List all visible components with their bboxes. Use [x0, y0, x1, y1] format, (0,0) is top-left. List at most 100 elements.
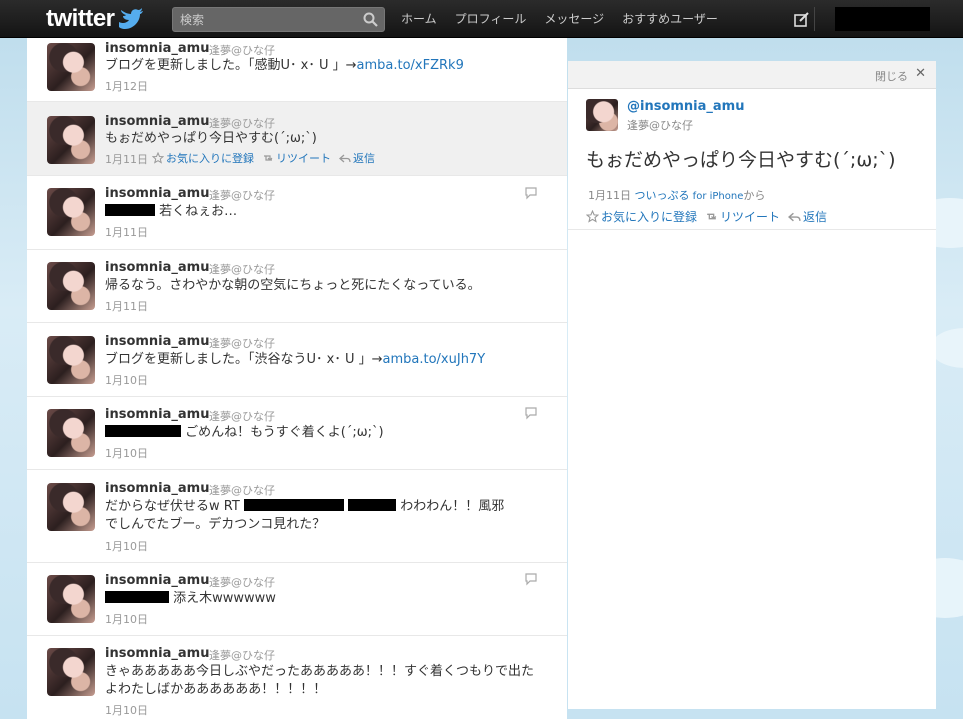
- tweet-username[interactable]: insomnia_amu: [105, 41, 209, 56]
- tweet-text: ごめんね！もうすぐ着くよ(´;ω;`): [105, 424, 550, 442]
- tweet-item[interactable]: insomnia_amu 逢夢@ひな仔 きゃあああああ今日しぶやだったあああああ…: [27, 636, 567, 719]
- avatar[interactable]: [47, 648, 95, 696]
- tweet-date[interactable]: 1月12日: [105, 78, 148, 94]
- tweet-text-body-2: よわたしばかああああああ！！！！！: [105, 682, 327, 697]
- tweet-date[interactable]: 1月10日: [105, 372, 148, 388]
- details-client-link[interactable]: ついっぷる: [635, 189, 690, 202]
- retweet-icon: [264, 155, 273, 161]
- search-box[interactable]: [172, 7, 385, 32]
- search-icon[interactable]: [363, 12, 378, 27]
- details-meta: 1月11日 ついっぷる for iPhoneから: [588, 187, 765, 203]
- tweet-display-name: 逢夢@ひな仔: [209, 576, 275, 589]
- details-via-suffix: から: [743, 189, 766, 202]
- avatar[interactable]: [47, 43, 95, 91]
- top-bar: twitter ホーム プロフィール メッセージ おすすめユーザー: [0, 0, 963, 38]
- tweet-display-name: 逢夢@ひな仔: [209, 649, 275, 662]
- tweet-username[interactable]: insomnia_amu: [105, 573, 209, 588]
- avatar[interactable]: [47, 336, 95, 384]
- retweet-action[interactable]: リツイート: [262, 150, 331, 166]
- tweet-item[interactable]: insomnia_amu 逢夢@ひな仔 ブログを更新しました。「感動U･ x･ …: [27, 38, 567, 102]
- tweet-item[interactable]: insomnia_amu 逢夢@ひな仔 添え木wwwwww 1月10日: [27, 563, 567, 636]
- tweet-username[interactable]: insomnia_amu: [105, 334, 209, 349]
- avatar[interactable]: [47, 575, 95, 623]
- tweet-item-selected[interactable]: insomnia_amu 逢夢@ひな仔 もぉだめやっぱり今日やすむ(´;ω;`)…: [27, 102, 567, 176]
- tweet-username[interactable]: insomnia_amu: [105, 260, 209, 275]
- tweet-username[interactable]: insomnia_amu: [105, 114, 209, 129]
- tweet-date[interactable]: 1月10日: [105, 538, 148, 554]
- details-display-name: 逢夢@ひな仔: [627, 119, 693, 132]
- main-nav: ホーム プロフィール メッセージ おすすめユーザー: [392, 0, 727, 38]
- tweet-text-body: きゃあああああ今日しぶやだったあああああ！！！すぐ着くつもりで出た: [105, 664, 535, 679]
- reply-icon: [339, 154, 351, 163]
- tweet-text-body: だからなぜ伏せるw RT: [105, 499, 244, 514]
- logo-text: twitter: [46, 5, 115, 32]
- close-icon[interactable]: ✕: [915, 66, 926, 81]
- tweet-date[interactable]: 1月10日: [105, 702, 148, 718]
- close-button[interactable]: 閉じる: [875, 68, 908, 84]
- tweet-link[interactable]: amba.to/xFZRk9: [357, 58, 464, 73]
- timeline: insomnia_amu 逢夢@ひな仔 ブログを更新しました。「感動U･ x･ …: [27, 38, 567, 719]
- tweet-username[interactable]: insomnia_amu: [105, 186, 209, 201]
- tweet-display-name: 逢夢@ひな仔: [209, 117, 275, 130]
- tweet-date[interactable]: 1月10日: [105, 611, 148, 627]
- tweet-display-name: 逢夢@ひな仔: [209, 484, 275, 497]
- favorite-action[interactable]: お気に入りに登録: [152, 150, 254, 166]
- tweet-link[interactable]: amba.to/xuJh7Y: [383, 352, 486, 367]
- tweet-date[interactable]: 1月11日: [105, 298, 148, 314]
- details-tweet-text: もぉだめやっぱり今日やすむ(´;ω;`): [586, 149, 896, 171]
- retweet-label: リツイート: [720, 210, 781, 224]
- tweet-date[interactable]: 1月11日: [105, 151, 148, 167]
- compose-button[interactable]: [789, 7, 815, 31]
- conversation-icon[interactable]: [524, 573, 538, 586]
- tweet-text-body: ブログを更新しました。「渋谷なうU･ x･ U 」→: [105, 352, 383, 367]
- tweet-text-body: 若くねぇお…: [155, 204, 238, 219]
- tweet-username[interactable]: insomnia_amu: [105, 407, 209, 422]
- reply-icon: [788, 212, 801, 222]
- nav-profile[interactable]: プロフィール: [446, 0, 536, 38]
- nav-messages[interactable]: メッセージ: [535, 0, 613, 38]
- account-menu-redacted[interactable]: [835, 7, 930, 31]
- details-pane-header: 閉じる ✕: [568, 61, 936, 89]
- retweet-action[interactable]: リツイート: [705, 208, 780, 225]
- details-avatar[interactable]: [586, 99, 618, 131]
- favorite-action[interactable]: お気に入りに登録: [586, 208, 697, 225]
- details-username[interactable]: @insomnia_amu: [627, 99, 744, 114]
- tweet-item[interactable]: insomnia_amu 逢夢@ひな仔 帰るなう。さわやかな朝の空気にちょっと死…: [27, 250, 567, 323]
- tweet-actions: お気に入りに登録 リツイート 返信: [152, 150, 375, 166]
- tweet-item[interactable]: insomnia_amu 逢夢@ひな仔 ごめんね！もうすぐ着くよ(´;ω;`) …: [27, 397, 567, 470]
- redacted-mention: [243, 499, 344, 511]
- tweet-date[interactable]: 1月10日: [105, 445, 148, 461]
- tweet-username[interactable]: insomnia_amu: [105, 481, 209, 496]
- tweet-date[interactable]: 1月11日: [105, 224, 148, 240]
- avatar[interactable]: [47, 262, 95, 310]
- details-client-suffix[interactable]: for iPhone: [690, 191, 744, 202]
- avatar[interactable]: [47, 409, 95, 457]
- reply-action[interactable]: 返信: [339, 150, 375, 166]
- tweet-text: だからなぜ伏せるw RT わわわん！！風邪 でしんでたブー。デカつンコ見れた？: [105, 498, 550, 534]
- redacted-mention: [105, 591, 169, 603]
- tweet-text: 若くねぇお…: [105, 203, 550, 221]
- tweet-item[interactable]: insomnia_amu 逢夢@ひな仔 若くねぇお… 1月11日: [27, 176, 567, 250]
- reply-action[interactable]: 返信: [788, 208, 827, 225]
- tweet-text-body: ごめんね！もうすぐ着くよ(´;ω;`): [181, 425, 384, 440]
- search-input[interactable]: [173, 8, 358, 31]
- twitter-logo[interactable]: twitter: [46, 5, 143, 32]
- tweet-text: ブログを更新しました。「感動U･ x･ U 」→amba.to/xFZRk9: [105, 57, 550, 75]
- tweet-display-name: 逢夢@ひな仔: [209, 189, 275, 202]
- avatar[interactable]: [47, 188, 95, 236]
- star-icon: [152, 152, 164, 164]
- tweet-display-name: 逢夢@ひな仔: [209, 263, 275, 276]
- favorite-label: お気に入りに登録: [601, 210, 698, 224]
- tweet-item[interactable]: insomnia_amu 逢夢@ひな仔 ブログを更新しました。「渋谷なうU･ x…: [27, 323, 567, 397]
- nav-suggested-users[interactable]: おすすめユーザー: [613, 0, 727, 38]
- tweet-text: 帰るなう。さわやかな朝の空気にちょっと死にたくなっている。: [105, 278, 481, 293]
- details-date[interactable]: 1月11日: [588, 189, 631, 202]
- conversation-icon[interactable]: [524, 407, 538, 420]
- tweet-username[interactable]: insomnia_amu: [105, 646, 209, 661]
- bird-icon: [118, 8, 143, 29]
- tweet-item[interactable]: insomnia_amu 逢夢@ひな仔 だからなぜ伏せるw RT わわわん！！風…: [27, 470, 567, 563]
- avatar[interactable]: [47, 116, 95, 164]
- conversation-icon[interactable]: [524, 187, 538, 200]
- nav-home[interactable]: ホーム: [392, 0, 446, 38]
- avatar[interactable]: [47, 483, 95, 531]
